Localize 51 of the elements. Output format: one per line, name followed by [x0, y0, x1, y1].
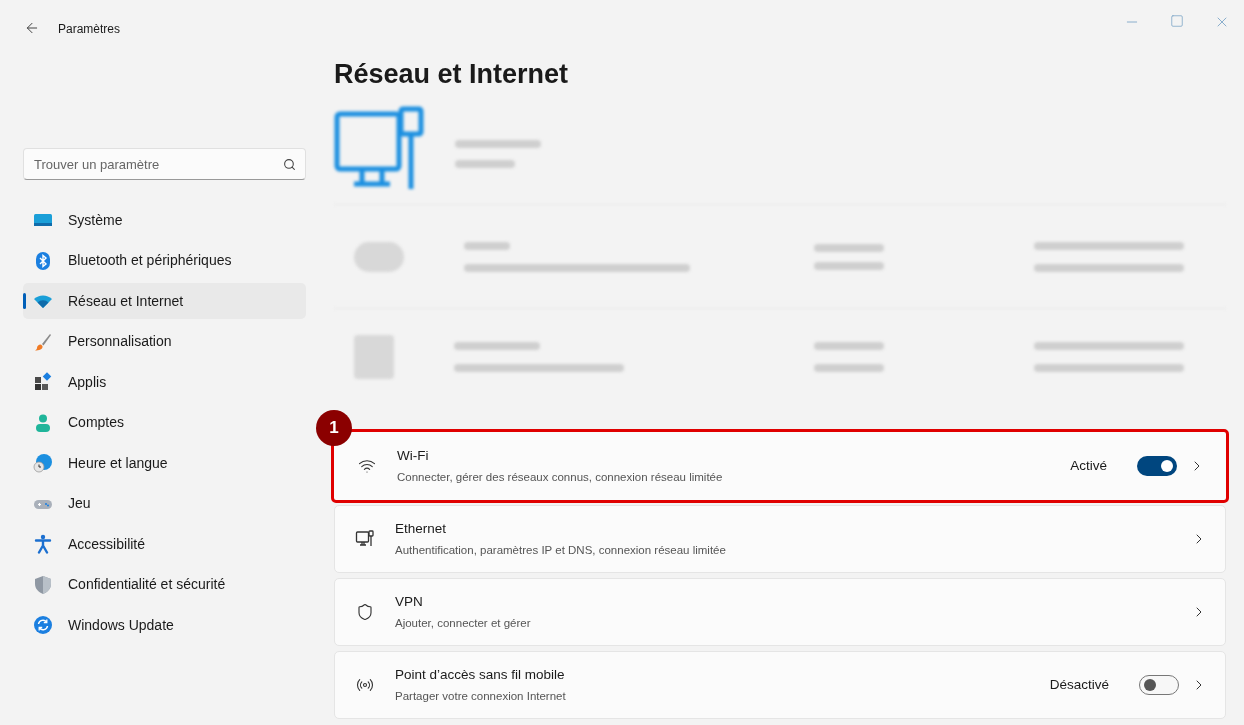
card-title: Point d’accès sans fil mobile — [395, 666, 566, 685]
apps-icon — [33, 372, 53, 392]
update-icon — [33, 615, 53, 635]
blurred-icon — [354, 334, 394, 379]
settings-card[interactable]: Ethernet Authentification, paramètres IP et DNS, connexion réseau limitée — [334, 505, 1226, 573]
settings-card[interactable]: VPN Ajouter, connecter et gérer — [334, 578, 1226, 646]
search-icon — [283, 158, 296, 171]
shield-lock-icon — [356, 603, 374, 621]
card-subtitle: Authentification, paramètres IP et DNS, connexion réseau limitée — [395, 542, 726, 558]
shield-icon — [33, 574, 53, 595]
card-subtitle: Partager votre connexion Internet — [395, 688, 566, 704]
accessibility-icon — [33, 534, 53, 554]
back-button[interactable] — [24, 20, 40, 36]
person-icon — [33, 412, 53, 433]
brush-icon — [33, 331, 53, 352]
bluetooth-icon — [33, 250, 53, 271]
sidebar-item[interactable]: Réseau et Internet — [23, 283, 306, 319]
toggle-switch[interactable] — [1137, 456, 1177, 476]
card-title: VPN — [395, 593, 424, 612]
blurred-text — [814, 243, 884, 252]
sidebar-item[interactable]: Confidentialité et sécurité — [23, 566, 306, 603]
ethernet-icon — [355, 529, 375, 549]
blurred-text — [814, 341, 884, 350]
sidebar-item[interactable]: Comptes — [23, 404, 306, 441]
card-subtitle: Ajouter, connecter et gérer — [395, 615, 531, 631]
hotspot-icon — [356, 676, 374, 694]
page-title: Réseau et Internet — [334, 58, 570, 91]
sidebar-item[interactable]: Système — [23, 202, 306, 238]
sidebar-item[interactable]: Bluetooth et périphériques — [23, 242, 306, 279]
card-subtitle: Connecter, gérer des réseaux connus, connexion réseau limitée — [397, 469, 723, 485]
blurred-text — [464, 241, 510, 250]
sidebar-item[interactable]: Personnalisation — [23, 323, 306, 360]
settings-card[interactable]: Point d’accès sans fil mobile Partager votre connexion Internet Désactivé — [334, 651, 1226, 719]
blurred-text — [455, 160, 515, 168]
toggle-status: Désactivé — [1049, 675, 1109, 694]
toggle-switch[interactable] — [1139, 675, 1179, 695]
step-badge: 1 — [316, 410, 352, 446]
window-title: Paramètres — [58, 21, 121, 38]
sidebar-item[interactable]: Heure et langue — [23, 445, 306, 481]
toggle-status: Activé — [1070, 456, 1107, 475]
globe-clock-icon — [33, 453, 53, 473]
blurred-text — [814, 261, 884, 270]
blurred-text — [814, 363, 884, 372]
search-field[interactable]: Trouver un paramètre — [23, 148, 306, 180]
sidebar-item[interactable]: Windows Update — [23, 607, 306, 643]
sidebar-item[interactable]: Jeu — [23, 485, 306, 522]
blurred-icon — [354, 241, 404, 272]
card-title: Wi-Fi — [397, 447, 430, 466]
sidebar-item[interactable]: Applis — [23, 364, 306, 400]
sidebar-item[interactable]: Accessibilité — [23, 526, 306, 562]
card-title: Ethernet — [395, 520, 448, 539]
